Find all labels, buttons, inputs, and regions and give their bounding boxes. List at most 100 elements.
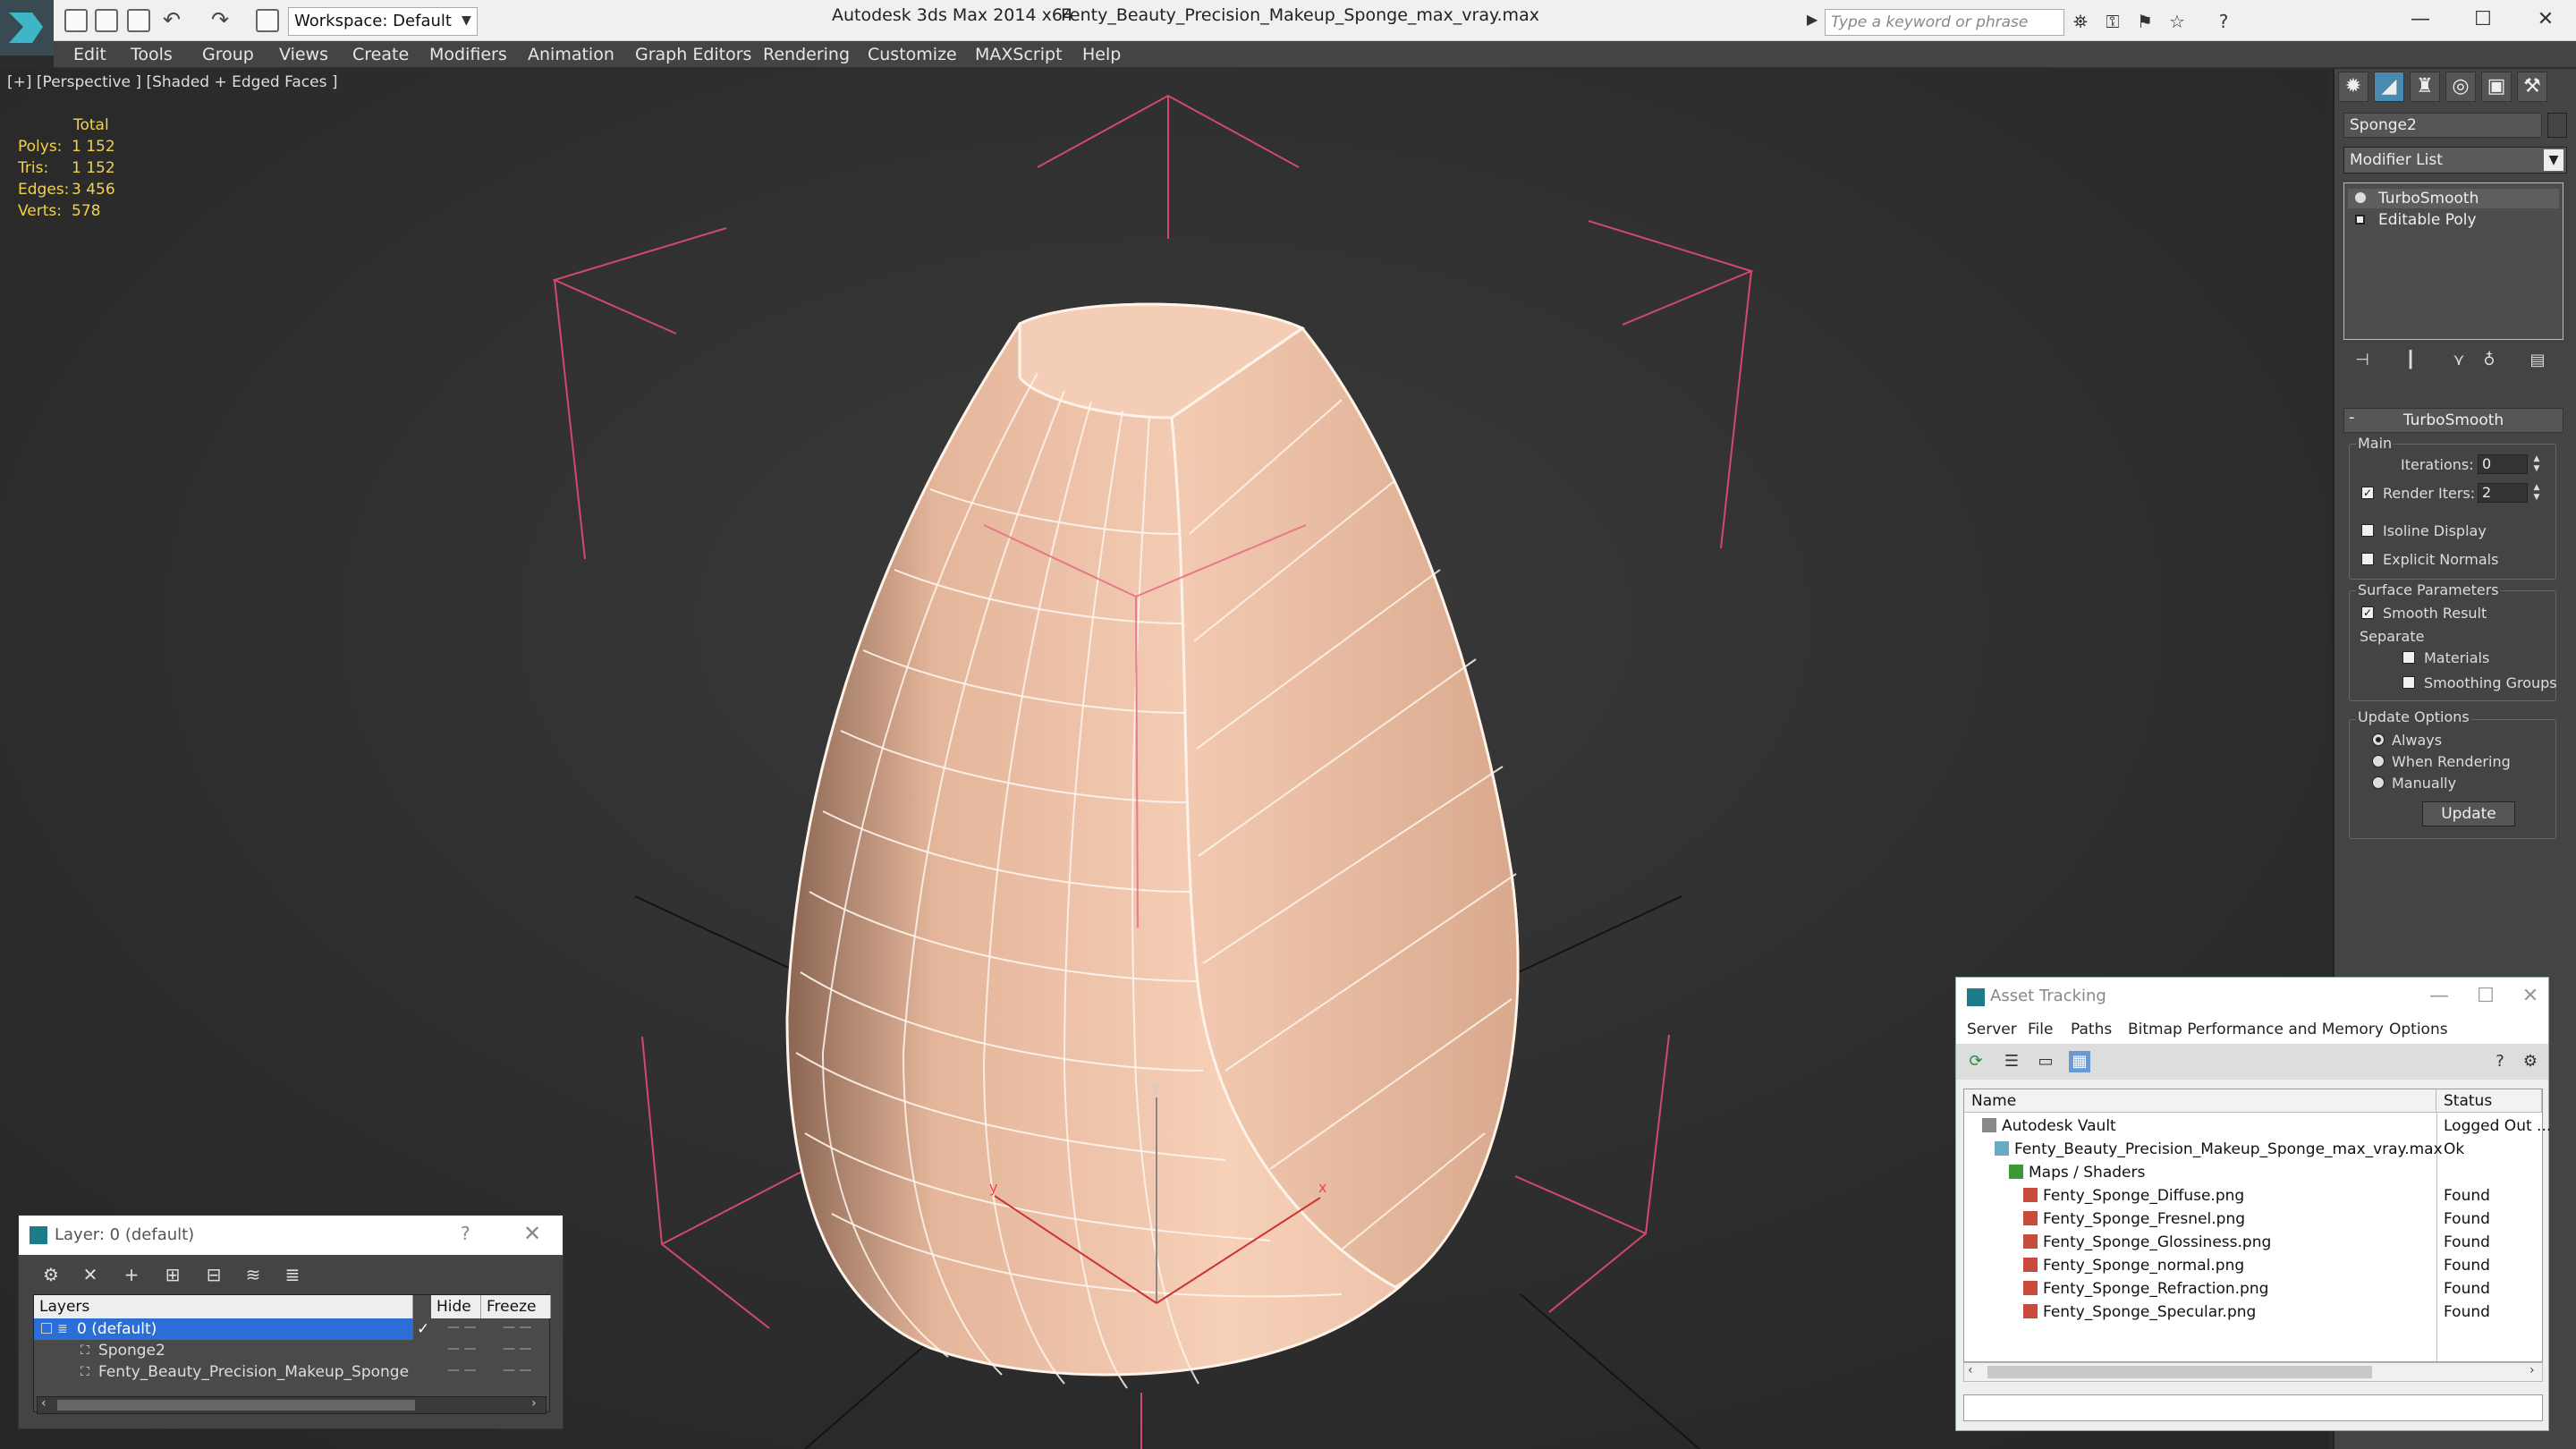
menu-animation[interactable]: Animation (528, 45, 614, 64)
scrollbar-thumb[interactable] (1987, 1366, 2372, 1378)
help-button[interactable]: ? (461, 1223, 470, 1244)
scroll-right-icon[interactable]: › (2529, 1363, 2535, 1377)
freeze-toggle[interactable]: — — (503, 1320, 531, 1335)
column-header-hide[interactable]: Hide (431, 1295, 481, 1318)
modify-tab-icon[interactable]: ◢ (2374, 72, 2404, 102)
object-color-swatch[interactable] (2547, 113, 2567, 138)
motion-tab-icon[interactable]: ◎ (2445, 72, 2476, 102)
menu-views[interactable]: Views (279, 45, 328, 64)
scrollbar-thumb[interactable] (57, 1400, 415, 1411)
menu-options[interactable]: Options (2389, 1021, 2448, 1038)
asset-tracking-title-bar[interactable]: Asset Tracking — ☐ ✕ (1956, 978, 2548, 1017)
freeze-toggle[interactable]: — — (503, 1363, 531, 1377)
render-iters-checkbox[interactable]: ✓ (2361, 487, 2374, 499)
menu-customize[interactable]: Customize (868, 45, 957, 64)
scroll-right-icon[interactable]: › (531, 1396, 537, 1411)
stack-item-turbosmooth[interactable]: TurboSmooth (2348, 189, 2559, 208)
table-view-icon[interactable]: ▦ (2069, 1051, 2090, 1072)
turbosmooth-rollout-header[interactable]: TurboSmooth (2343, 408, 2563, 433)
iterations-spinner[interactable]: 0 (2478, 454, 2528, 474)
table-row[interactable]: Fenty_Sponge_Refraction.png Found (1964, 1277, 2542, 1301)
spinner-arrows-icon[interactable]: ▲ ▼ (2531, 483, 2542, 503)
menu-group[interactable]: Group (202, 45, 254, 64)
hide-toggle[interactable]: — — (447, 1320, 476, 1335)
binoculars-icon[interactable]: ⛯ (2070, 11, 2091, 32)
refresh-icon[interactable]: ⟳ (1965, 1051, 1987, 1072)
list-view-icon[interactable]: ☰ (2001, 1051, 2022, 1072)
menu-maxscript[interactable]: MAXScript (975, 45, 1063, 64)
current-layer-check[interactable]: ✓ (417, 1318, 429, 1340)
redo-icon[interactable]: ↷ (211, 7, 229, 32)
expand-icon[interactable] (2355, 215, 2365, 225)
minimize-button[interactable]: — (2402, 5, 2438, 34)
communication-center-icon[interactable]: ⚑ (2134, 11, 2156, 32)
menu-bitmap-performance[interactable]: Bitmap Performance and Memory (2128, 1021, 2384, 1038)
table-row[interactable]: Fenty_Sponge_Fresnel.png Found (1964, 1208, 2542, 1231)
render-iters-spinner[interactable]: 2 (2478, 483, 2528, 503)
collapse-icon[interactable]: - (2349, 408, 2355, 427)
stack-item-editable-poly[interactable]: Editable Poly (2348, 210, 2559, 230)
layer-row-sponge-object[interactable]: ⛶ Fenty_Beauty_Precision_Makeup_Sponge (34, 1361, 409, 1383)
chevron-down-icon[interactable]: ▼ (462, 7, 479, 36)
table-row[interactable]: Fenty_Sponge_Specular.png Found (1964, 1301, 2542, 1324)
layer-row-sponge2[interactable]: ⛶ Sponge2 (34, 1340, 165, 1361)
minimize-button[interactable]: — (2423, 983, 2455, 1010)
object-name-field[interactable]: Sponge2 (2343, 113, 2542, 138)
display-tab-icon[interactable]: ▣ (2481, 72, 2512, 102)
layer-row-default[interactable]: ≣ 0 (default) (34, 1318, 413, 1340)
delete-layer-icon[interactable]: ✕ (78, 1262, 103, 1287)
expand-icon[interactable] (41, 1323, 52, 1334)
smooth-result-checkbox[interactable]: ✓ (2361, 606, 2374, 619)
update-manually-radio[interactable] (2372, 776, 2385, 789)
maximize-button[interactable]: ☐ (2470, 983, 2502, 1010)
horizontal-scrollbar[interactable]: ‹ › (37, 1396, 547, 1414)
scroll-left-icon[interactable]: ‹ (41, 1396, 47, 1411)
isoline-display-checkbox[interactable] (2361, 524, 2374, 537)
open-file-icon[interactable] (95, 9, 118, 32)
app-logo-icon[interactable] (0, 0, 54, 55)
separate-smoothing-groups-checkbox[interactable] (2402, 676, 2415, 689)
asset-path-field[interactable] (1963, 1394, 2543, 1421)
menu-tools[interactable]: Tools (131, 45, 173, 64)
add-selection-to-layer-icon[interactable]: ⊞ (160, 1262, 185, 1287)
help-icon[interactable]: ? (2489, 1051, 2511, 1072)
remove-modifier-icon[interactable]: ♁ (2478, 349, 2501, 372)
select-objects-in-layer-icon[interactable]: ⊟ (201, 1262, 226, 1287)
configure-modifier-sets-icon[interactable]: ▤ (2526, 349, 2549, 372)
table-row[interactable]: Maps / Shaders (1964, 1161, 2542, 1184)
new-file-icon[interactable] (64, 9, 88, 32)
create-tab-icon[interactable]: ✹ (2338, 72, 2368, 102)
key-icon[interactable]: ⚿ (2102, 11, 2123, 32)
table-row[interactable]: Autodesk Vault Logged Out ... (1964, 1114, 2551, 1138)
hide-all-layers-icon[interactable]: ≣ (280, 1262, 305, 1287)
column-header-name[interactable]: Name (1964, 1089, 2436, 1113)
spinner-arrows-icon[interactable]: ▲ ▼ (2531, 454, 2542, 474)
layer-settings-icon[interactable]: ⚙ (38, 1262, 64, 1287)
table-row[interactable]: Fenty_Sponge_Diffuse.png Found (1964, 1184, 2542, 1208)
viewport-label[interactable]: [+] [Perspective ] [Shaded + Edged Faces… (7, 73, 337, 91)
update-when-rendering-radio[interactable] (2372, 755, 2385, 767)
freeze-toggle[interactable]: — — (503, 1342, 531, 1356)
menu-rendering[interactable]: Rendering (763, 45, 850, 64)
table-row[interactable]: Fenty_Sponge_Glossiness.png Found (1964, 1231, 2542, 1254)
menu-server[interactable]: Server (1967, 1021, 2017, 1038)
menu-modifiers[interactable]: Modifiers (429, 45, 507, 64)
maximize-button[interactable]: ☐ (2465, 5, 2501, 34)
close-button[interactable]: ✕ (2528, 5, 2563, 34)
column-header-freeze[interactable]: Freeze (481, 1295, 551, 1318)
column-header-status[interactable]: Status (2436, 1089, 2542, 1113)
explicit-normals-checkbox[interactable] (2361, 553, 2374, 565)
create-layer-icon[interactable]: + (119, 1262, 144, 1287)
table-row[interactable]: Fenty_Sponge_normal.png Found (1964, 1254, 2542, 1277)
close-button[interactable]: ✕ (523, 1221, 541, 1246)
menu-create[interactable]: Create (352, 45, 409, 64)
hierarchy-tab-icon[interactable]: ♜ (2410, 72, 2440, 102)
highlight-selected-layer-icon[interactable]: ≋ (241, 1262, 266, 1287)
horizontal-scrollbar[interactable]: ‹ › (1963, 1362, 2543, 1382)
modifier-list-dropdown[interactable]: Modifier List (2343, 147, 2567, 174)
menu-file[interactable]: File (2028, 1021, 2053, 1038)
scroll-left-icon[interactable]: ‹ (1968, 1363, 1973, 1377)
update-button[interactable]: Update (2422, 801, 2515, 826)
chevron-down-icon[interactable]: ▼ (2544, 149, 2563, 171)
table-row[interactable]: Fenty_Beauty_Precision_Makeup_Sponge_max… (1964, 1138, 2542, 1161)
